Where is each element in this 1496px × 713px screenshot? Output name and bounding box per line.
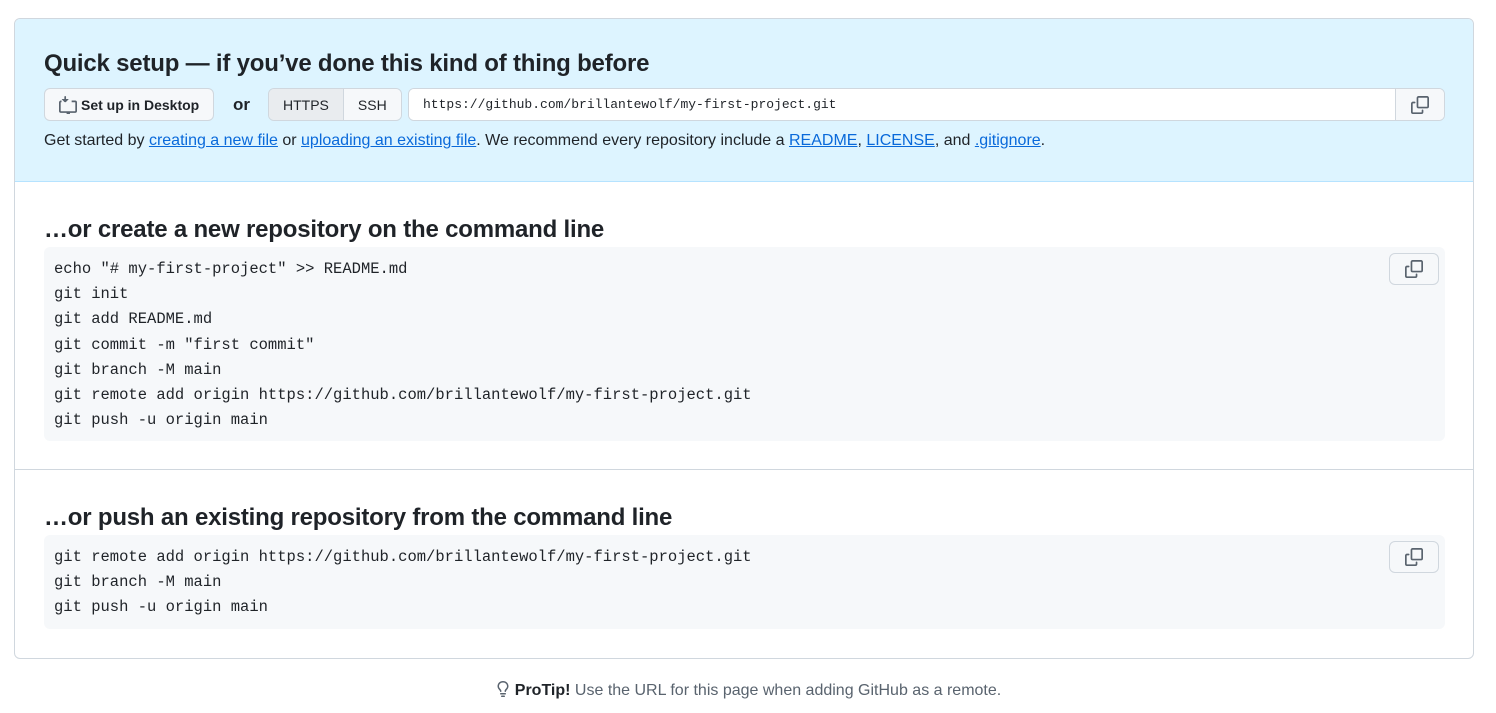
desc-text: . — [1040, 132, 1046, 149]
new-repo-code-block: echo "# my-first-project" >> README.md g… — [44, 247, 1445, 441]
create-file-link[interactable]: creating a new file — [149, 132, 278, 149]
ssh-button[interactable]: SSH — [343, 89, 401, 120]
protip-label: ProTip! — [514, 682, 571, 699]
desktop-download-icon — [59, 95, 77, 114]
code-line: git commit -m "first commit" — [54, 335, 315, 354]
setup-desktop-label: Set up in Desktop — [81, 96, 200, 113]
light-bulb-icon — [497, 681, 509, 697]
repo-setup-box: Quick setup — if you’ve done this kind o… — [14, 18, 1474, 659]
protip-text: Use the URL for this page when adding Gi… — [570, 682, 1002, 699]
desc-text: Get started by — [44, 132, 149, 149]
copy-new-repo-button[interactable] — [1389, 253, 1439, 285]
copy-icon — [1411, 95, 1429, 114]
protip: ProTip! Use the URL for this page when a… — [0, 680, 1496, 700]
quick-setup-description: Get started by creating a new file or up… — [44, 132, 1045, 150]
license-link[interactable]: LICENSE — [866, 132, 934, 149]
quick-setup-title: Quick setup — if you’ve done this kind o… — [44, 50, 650, 77]
https-button[interactable]: HTTPS — [269, 89, 344, 120]
or-separator: or — [233, 95, 250, 114]
code-line: echo "# my-first-project" >> README.md — [54, 260, 408, 278]
code-line: git init — [54, 285, 129, 304]
code-line: git remote add origin https://github.com… — [54, 548, 752, 566]
code-line: git push -u origin main — [54, 598, 268, 617]
quick-setup-panel: Quick setup — if you’ve done this kind o… — [15, 19, 1473, 182]
code-line: git branch -M main — [54, 573, 222, 592]
copy-url-button[interactable] — [1395, 89, 1444, 120]
push-repo-code-block: git remote add origin https://github.com… — [44, 535, 1445, 629]
copy-push-repo-button[interactable] — [1389, 541, 1439, 573]
code-line: git remote add origin https://github.com… — [54, 386, 752, 405]
code-line: git branch -M main — [54, 360, 222, 379]
copy-icon — [1405, 548, 1423, 566]
push-repo-section: …or push an existing repository from the… — [15, 470, 1473, 658]
upload-file-link[interactable]: uploading an existing file — [301, 132, 476, 149]
clone-url-input[interactable] — [409, 89, 1395, 120]
desc-text: or — [277, 132, 302, 149]
setup-desktop-button[interactable]: Set up in Desktop — [44, 88, 214, 121]
clone-url-group — [408, 88, 1445, 121]
new-repo-title: …or create a new repository on the comma… — [44, 216, 605, 243]
push-repo-title: …or push an existing repository from the… — [44, 504, 673, 531]
desc-text: . We recommend every repository include … — [476, 132, 789, 149]
readme-link[interactable]: README — [789, 132, 857, 149]
new-repo-section: …or create a new repository on the comma… — [15, 182, 1473, 470]
code-line: git add README.md — [54, 310, 213, 329]
gitignore-link[interactable]: .gitignore — [975, 132, 1041, 149]
protocol-toggle: HTTPS SSH — [268, 88, 402, 121]
copy-icon — [1405, 260, 1423, 278]
code-line: git push -u origin main — [54, 411, 268, 430]
desc-text: , — [857, 132, 867, 149]
desc-text: , and — [934, 132, 975, 149]
